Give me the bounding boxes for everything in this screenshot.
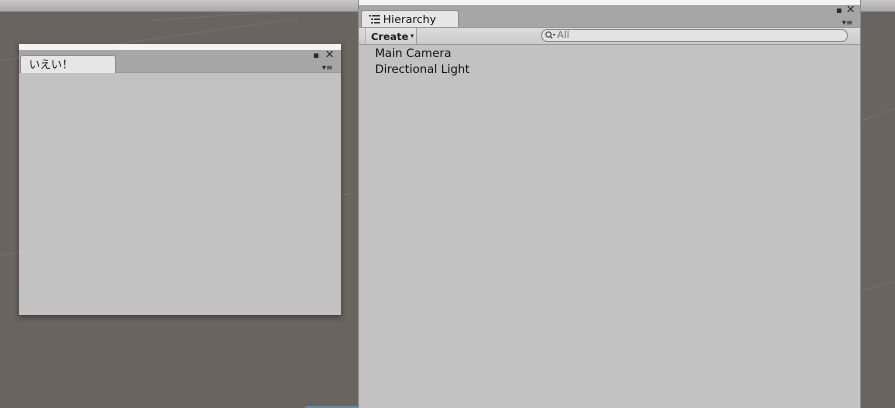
maximize-icon[interactable]: ▪ [313,51,319,61]
tab-hierarchy[interactable]: Hierarchy [361,10,459,28]
scene-grid-line [861,99,895,121]
hierarchy-toolbar: Create ▾ [359,27,860,45]
create-label: Create [371,32,409,43]
hierarchy-list-icon [369,15,380,24]
tab-label: いえい！ [29,58,73,71]
list-item[interactable]: Directional Light [359,61,860,77]
close-icon[interactable]: ✕ [846,4,855,15]
create-dropdown-button[interactable]: Create ▾ [365,28,417,44]
hierarchy-search-input[interactable] [541,29,848,42]
tab-custom-window[interactable]: いえい！ [20,55,116,73]
window-content-area [19,73,341,315]
panel-tab-bar: Hierarchy ▪ ✕ ▾≡ [359,4,860,28]
dropdown-arrow-icon: ▾ [410,32,414,40]
close-icon[interactable]: ✕ [325,49,334,60]
tab-label: Hierarchy [383,13,437,26]
maximize-icon[interactable]: ▪ [836,6,842,16]
menu-icon[interactable]: ▾≡ [322,63,333,73]
list-item[interactable]: Main Camera [359,45,860,61]
window-tab-bar: いえい！ ▪ ✕ ▾≡ [19,49,341,73]
hierarchy-panel: Hierarchy ▪ ✕ ▾≡ Create▾ Main Camera Dir… [358,0,861,408]
hierarchy-list: Main Camera Directional Light [359,45,860,77]
floating-editor-window[interactable]: いえい！ ▪ ✕ ▾≡ [19,44,341,315]
scene-grid-line [861,274,895,291]
search-icon [545,31,556,39]
